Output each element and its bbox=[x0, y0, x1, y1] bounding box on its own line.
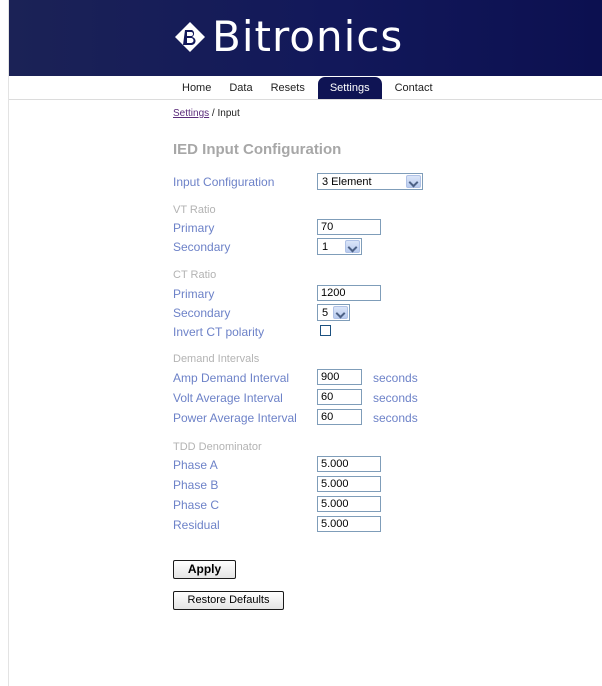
ct-primary-input[interactable] bbox=[317, 285, 381, 301]
vt-primary-input[interactable] bbox=[317, 219, 381, 235]
phase-c-label: Phase C bbox=[173, 498, 220, 512]
ct-secondary-select[interactable]: 5 bbox=[317, 304, 350, 321]
breadcrumb-current: Input bbox=[217, 108, 240, 119]
input-configuration-value: 3 Element bbox=[322, 176, 372, 188]
volt-average-unit: seconds bbox=[373, 391, 418, 405]
bitronics-diamond-logo-icon bbox=[174, 21, 206, 53]
main-nav: Home Data Resets Settings Contact bbox=[173, 77, 442, 99]
brand-name: Bitronics bbox=[212, 12, 404, 61]
input-configuration-select[interactable]: 3 Element bbox=[317, 173, 423, 190]
ct-secondary-value: 5 bbox=[322, 307, 329, 319]
amp-demand-label: Amp Demand Interval bbox=[173, 371, 290, 385]
invert-ct-checkbox[interactable] bbox=[320, 325, 331, 336]
tab-resets[interactable]: Resets bbox=[262, 77, 314, 99]
vt-primary-label: Primary bbox=[173, 221, 215, 235]
page-frame: Bitronics Home Data Resets Settings Cont… bbox=[8, 0, 602, 686]
residual-input[interactable] bbox=[317, 516, 381, 532]
vt-secondary-select[interactable]: 1 bbox=[317, 238, 362, 255]
vt-secondary-label: Secondary bbox=[173, 240, 231, 254]
ct-primary-label: Primary bbox=[173, 287, 215, 301]
phase-c-input[interactable] bbox=[317, 496, 381, 512]
tab-settings[interactable]: Settings bbox=[317, 77, 382, 99]
restore-defaults-button[interactable]: Restore Defaults bbox=[173, 591, 284, 610]
amp-demand-unit: seconds bbox=[373, 371, 418, 385]
chevron-down-icon[interactable] bbox=[345, 240, 360, 253]
input-configuration-label: Input Configuration bbox=[173, 175, 275, 189]
volt-average-input[interactable] bbox=[317, 389, 362, 405]
phase-a-label: Phase A bbox=[173, 458, 218, 472]
header-banner: Bitronics bbox=[9, 0, 602, 76]
apply-button[interactable]: Apply bbox=[173, 560, 236, 579]
tdd-denominator-heading: TDD Denominator bbox=[173, 441, 262, 453]
phase-a-input[interactable] bbox=[317, 456, 381, 472]
chevron-down-icon[interactable] bbox=[406, 175, 421, 188]
tab-contact[interactable]: Contact bbox=[386, 77, 442, 99]
power-average-input[interactable] bbox=[317, 409, 362, 425]
power-average-unit: seconds bbox=[373, 411, 418, 425]
demand-intervals-heading: Demand Intervals bbox=[173, 353, 260, 365]
ct-ratio-heading: CT Ratio bbox=[173, 269, 217, 281]
power-average-label: Power Average Interval bbox=[173, 411, 297, 425]
breadcrumb: Settings / Input bbox=[173, 108, 240, 119]
tab-data[interactable]: Data bbox=[220, 77, 261, 99]
ct-secondary-label: Secondary bbox=[173, 306, 231, 320]
phase-b-label: Phase B bbox=[173, 478, 219, 492]
residual-label: Residual bbox=[173, 518, 220, 532]
breadcrumb-settings-link[interactable]: Settings bbox=[173, 108, 209, 119]
vt-ratio-heading: VT Ratio bbox=[173, 204, 216, 216]
brand-logo[interactable]: Bitronics bbox=[174, 12, 403, 62]
amp-demand-input[interactable] bbox=[317, 369, 362, 385]
tab-home[interactable]: Home bbox=[173, 77, 220, 99]
vt-secondary-value: 1 bbox=[322, 241, 329, 253]
invert-ct-label: Invert CT polarity bbox=[173, 325, 265, 339]
chevron-down-icon[interactable] bbox=[333, 306, 348, 319]
phase-b-input[interactable] bbox=[317, 476, 381, 492]
nav-divider bbox=[9, 99, 602, 100]
page-title: IED Input Configuration bbox=[173, 141, 342, 158]
volt-average-label: Volt Average Interval bbox=[173, 391, 283, 405]
